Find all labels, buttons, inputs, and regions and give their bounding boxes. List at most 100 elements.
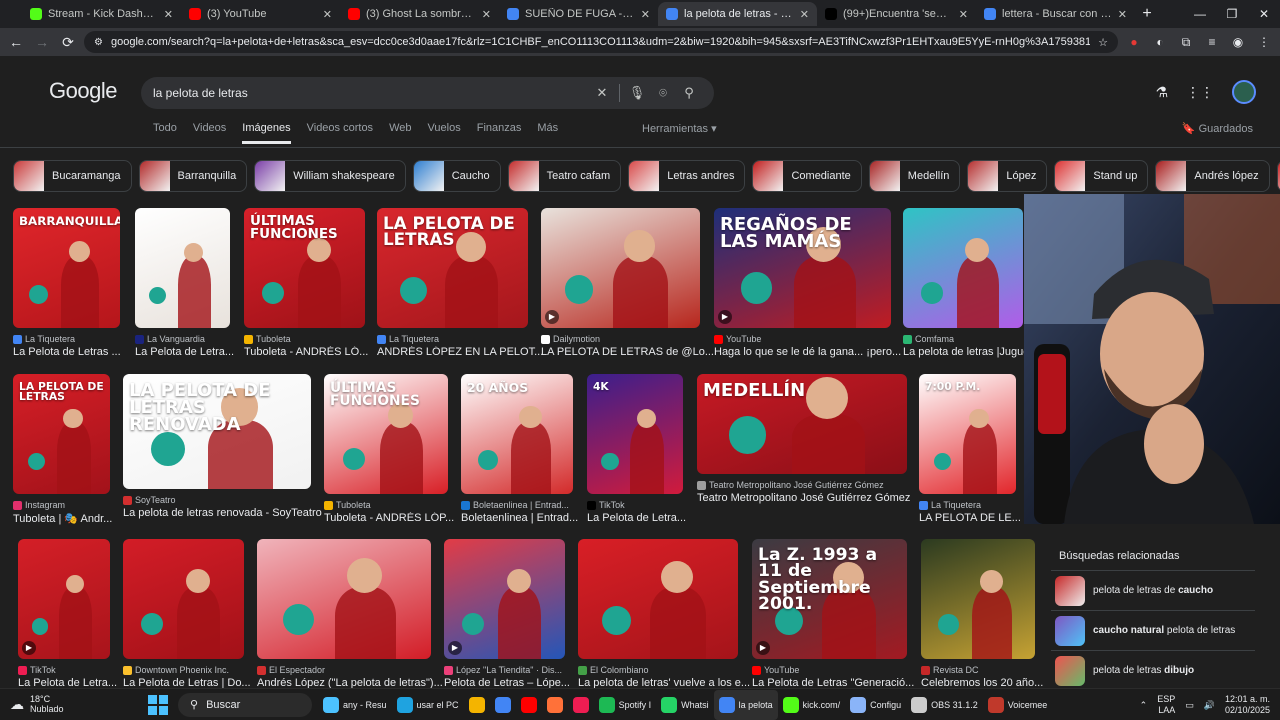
extension-white-icon[interactable]: ◐: [1150, 35, 1170, 49]
browser-tab[interactable]: Stream - Kick Dashboard ✕: [22, 2, 181, 26]
tab-finanzas[interactable]: Finanzas: [477, 122, 522, 144]
result-title[interactable]: Tuboleta - ANDRÉS LÓ...: [244, 346, 393, 358]
volume-icon[interactable]: 🔊: [1204, 700, 1215, 711]
result-title[interactable]: La Pelota de Letras ...: [13, 346, 148, 358]
taskbar-app[interactable]: [568, 690, 594, 720]
bookmark-star-icon[interactable]: ☆: [1098, 36, 1108, 49]
result-image[interactable]: ▶: [541, 208, 700, 328]
taskbar-app[interactable]: Whatsi: [656, 690, 714, 720]
chip-bucaramanga[interactable]: Bucaramanga: [13, 160, 132, 192]
result-source[interactable]: La Tiquetera: [919, 500, 1036, 510]
clock[interactable]: 12:01 a. m. 02/10/2025: [1225, 694, 1270, 716]
related-search-item[interactable]: pelota de letras de caucho: [1051, 570, 1255, 610]
tab-close-icon[interactable]: ✕: [164, 8, 173, 21]
tab-videos-cortos[interactable]: Videos cortos: [307, 122, 373, 144]
taskbar-app[interactable]: usar el PC: [392, 690, 464, 720]
result-title[interactable]: Boletaenlinea | Entrad...: [461, 512, 601, 524]
result-image[interactable]: [135, 208, 230, 328]
tab-imágenes[interactable]: Imágenes: [242, 122, 291, 144]
result-title[interactable]: La Pelota de Letra...: [18, 677, 138, 688]
result-source[interactable]: Teatro Metropolitano José Gutiérrez Góme…: [697, 480, 927, 490]
result-title[interactable]: La pelota de letras renovada - SoyTeatro: [123, 507, 339, 519]
taskbar-app[interactable]: any - Resu: [318, 690, 392, 720]
back-button[interactable]: ←: [6, 34, 26, 50]
result-source[interactable]: El Colombiano: [578, 665, 758, 675]
extensions-puzzle-icon[interactable]: ⧉: [1176, 35, 1196, 50]
search-box[interactable]: ✕ 🎙 ⌾ ⚲: [141, 77, 714, 109]
tab-close-icon[interactable]: ✕: [800, 8, 809, 21]
search-input[interactable]: [153, 86, 589, 100]
result-image[interactable]: [123, 539, 244, 659]
site-info-icon[interactable]: ⚙: [94, 37, 103, 48]
minimize-button[interactable]: —: [1184, 0, 1216, 28]
result-source[interactable]: López "La Tiendita" · Dis...: [444, 665, 585, 675]
tab-más[interactable]: Más: [537, 122, 558, 144]
clear-search-icon[interactable]: ✕: [589, 85, 615, 101]
chevron-up-icon[interactable]: ⌃: [1140, 700, 1148, 711]
google-logo[interactable]: Google: [49, 78, 117, 104]
result-title[interactable]: La Pelota de Letra...: [587, 512, 711, 524]
new-tab-icon[interactable]: +: [1135, 2, 1159, 26]
result-image[interactable]: REGAÑOS DE LAS MAMÁS ▶: [714, 208, 891, 328]
tab-close-icon[interactable]: ✕: [482, 8, 491, 21]
result-image[interactable]: LA PELOTA DE LETRAS: [13, 374, 110, 494]
lens-search-icon[interactable]: ⌾: [650, 85, 676, 101]
taskbar-app[interactable]: Voicemee: [983, 690, 1053, 720]
extension-red-icon[interactable]: ●: [1124, 35, 1144, 49]
labs-flask-icon[interactable]: ⚗: [1155, 84, 1168, 101]
browser-tab[interactable]: la pelota de letras - Buscar con ✕: [658, 2, 817, 26]
result-title[interactable]: La Pelota de Letras | Do...: [123, 677, 272, 688]
result-title[interactable]: LA PELOTA DE LETRAS de @Lo...: [541, 346, 728, 358]
tab-videos[interactable]: Videos: [193, 122, 226, 144]
related-search-item[interactable]: caucho natural pelota de letras: [1051, 610, 1255, 650]
taskbar-app[interactable]: kick.com/: [778, 690, 846, 720]
chip-caucho[interactable]: Caucho: [412, 160, 501, 192]
result-source[interactable]: La Vanguardia: [135, 334, 250, 344]
result-title[interactable]: La pelota de letras' vuelve a los e...: [578, 677, 766, 688]
result-image[interactable]: BARRANQUILLA: [13, 208, 120, 328]
reload-button[interactable]: ⟳: [58, 34, 78, 51]
taskbar-app[interactable]: [464, 690, 490, 720]
result-image[interactable]: ÚLTIMAS FUNCIONES: [244, 208, 365, 328]
result-title[interactable]: Haga lo que se le dé la gana... ¡pero...: [714, 346, 919, 358]
chip-comediant[interactable]: Comediant: [1276, 160, 1280, 192]
result-title[interactable]: Andrés López ("La pelota de letras")...: [257, 677, 459, 688]
result-title[interactable]: Tuboleta | 🎭 Andr...: [13, 512, 138, 525]
result-source[interactable]: Revista DC: [921, 665, 1055, 675]
result-image[interactable]: [921, 539, 1035, 659]
chrome-menu-icon[interactable]: ⋮: [1254, 35, 1274, 49]
chip-barranquilla[interactable]: Barranquilla: [138, 160, 248, 192]
result-image[interactable]: ÚLTIMAS FUNCIONES: [324, 374, 448, 494]
result-source[interactable]: Instagram: [13, 500, 130, 510]
taskbar-app[interactable]: [490, 690, 516, 720]
result-image[interactable]: [903, 208, 1023, 328]
chip-stand-up[interactable]: Stand up: [1054, 160, 1149, 192]
result-image[interactable]: 4K: [587, 374, 683, 494]
tab-todo[interactable]: Todo: [153, 122, 177, 144]
omnibox[interactable]: ⚙ google.com/search?q=la+pelota+de+letra…: [84, 31, 1118, 53]
result-title[interactable]: ANDRÉS LÓPEZ EN LA PELOT...: [377, 346, 556, 358]
url-text[interactable]: google.com/search?q=la+pelota+de+letras&…: [111, 36, 1090, 48]
result-source[interactable]: YouTube: [752, 665, 927, 675]
profile-avatar-icon[interactable]: ◉: [1228, 35, 1248, 49]
result-image[interactable]: [257, 539, 431, 659]
result-title[interactable]: Celebremos los 20 año...: [921, 677, 1063, 688]
result-image[interactable]: La Z. 1993 a 11 de Septiembre 2001. ▶: [752, 539, 907, 659]
restore-button[interactable]: ❐: [1216, 0, 1248, 28]
tab-vuelos[interactable]: Vuelos: [427, 122, 460, 144]
browser-tab[interactable]: (3) Ghost La sombra del amor ✕: [340, 2, 499, 26]
result-source[interactable]: Comfama: [903, 334, 1043, 344]
result-source[interactable]: El Espectador: [257, 665, 451, 675]
windows-start-icon[interactable]: [148, 694, 168, 715]
apps-grid-icon[interactable]: ⋮⋮: [1186, 84, 1214, 101]
chip-medellín[interactable]: Medellín: [868, 160, 961, 192]
chip-letras-andres[interactable]: Letras andres: [628, 160, 746, 192]
result-image[interactable]: [578, 539, 738, 659]
result-source[interactable]: Dailymotion: [541, 334, 720, 344]
media-controls-icon[interactable]: ≡: [1202, 35, 1222, 49]
result-source[interactable]: SoyTeatro: [123, 495, 331, 505]
tab-web[interactable]: Web: [389, 122, 411, 144]
result-image[interactable]: ▶: [18, 539, 110, 659]
result-source[interactable]: Tuboleta: [244, 334, 385, 344]
forward-button[interactable]: →: [32, 34, 52, 50]
